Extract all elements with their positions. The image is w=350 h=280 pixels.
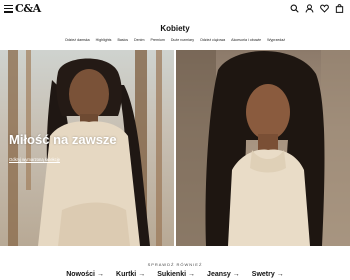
brand-logo[interactable]: C&A xyxy=(15,2,41,15)
hero-cta-link[interactable]: Odkryj wymarzoną kolekcję xyxy=(9,157,60,162)
see-also-links: Nowości → Kurtki → Sukienki → Jeansy → Swetr… xyxy=(0,271,350,278)
link-nowosci[interactable]: Nowości → xyxy=(66,271,104,278)
user-icon[interactable] xyxy=(305,4,314,13)
see-also-title: SPRAWDŹ RÓWNIEŻ xyxy=(147,262,203,267)
page-title: Kobiety xyxy=(160,24,190,33)
hero-image-right xyxy=(176,50,350,246)
nav-item-basics[interactable]: Basics xyxy=(117,38,128,42)
hero-photo-left xyxy=(8,50,162,246)
hero-banner[interactable]: Miłość na zawsze Odkryj wymarzoną kolekc… xyxy=(0,50,350,246)
link-label: Jeansy xyxy=(207,271,231,278)
category-nav: Odzież damska Highlights Basics Denim Pr… xyxy=(0,38,350,42)
nav-item-highlights[interactable]: Highlights xyxy=(96,38,112,42)
heart-icon[interactable] xyxy=(320,4,329,13)
link-jeansy[interactable]: Jeansy → xyxy=(207,271,240,278)
arrow-right-icon: → xyxy=(188,271,196,278)
nav-item-wyprzedaz[interactable]: Wyprzedaż xyxy=(267,38,285,42)
nav-item-odziez-ciazowa[interactable]: Odzież ciążowa xyxy=(200,38,225,42)
menu-icon[interactable] xyxy=(4,5,13,13)
nav-item-akcesoria-obuwie[interactable]: Akcesoria i obuwie xyxy=(231,38,261,42)
top-bar: C&A xyxy=(0,0,350,18)
hero-headline: Miłość na zawsze xyxy=(9,132,117,147)
header-actions xyxy=(290,4,344,13)
link-sukienki[interactable]: Sukienki → xyxy=(157,271,195,278)
arrow-right-icon: → xyxy=(232,271,240,278)
hero-photo-right xyxy=(176,50,350,246)
nav-item-denim[interactable]: Denim xyxy=(134,38,144,42)
bag-icon[interactable] xyxy=(335,4,344,13)
link-swetry[interactable]: Swetry → xyxy=(252,271,284,278)
arrow-right-icon: → xyxy=(97,271,105,278)
link-kurtki[interactable]: Kurtki → xyxy=(116,271,145,278)
link-label: Swetry xyxy=(251,271,275,278)
nav-item-premium[interactable]: Premium xyxy=(150,38,164,42)
nav-item-odziez-damska[interactable]: Odzież damska xyxy=(65,38,90,42)
arrow-right-icon: → xyxy=(276,271,284,278)
link-label: Kurtki xyxy=(116,271,137,278)
nav-item-duze-rozmiary[interactable]: Duże rozmiary xyxy=(171,38,194,42)
hero-image-left: Miłość na zawsze Odkryj wymarzoną kolekc… xyxy=(0,50,174,246)
search-icon[interactable] xyxy=(290,4,299,13)
arrow-right-icon: → xyxy=(138,271,146,278)
link-label: Nowości xyxy=(66,271,96,278)
link-label: Sukienki xyxy=(157,271,187,278)
